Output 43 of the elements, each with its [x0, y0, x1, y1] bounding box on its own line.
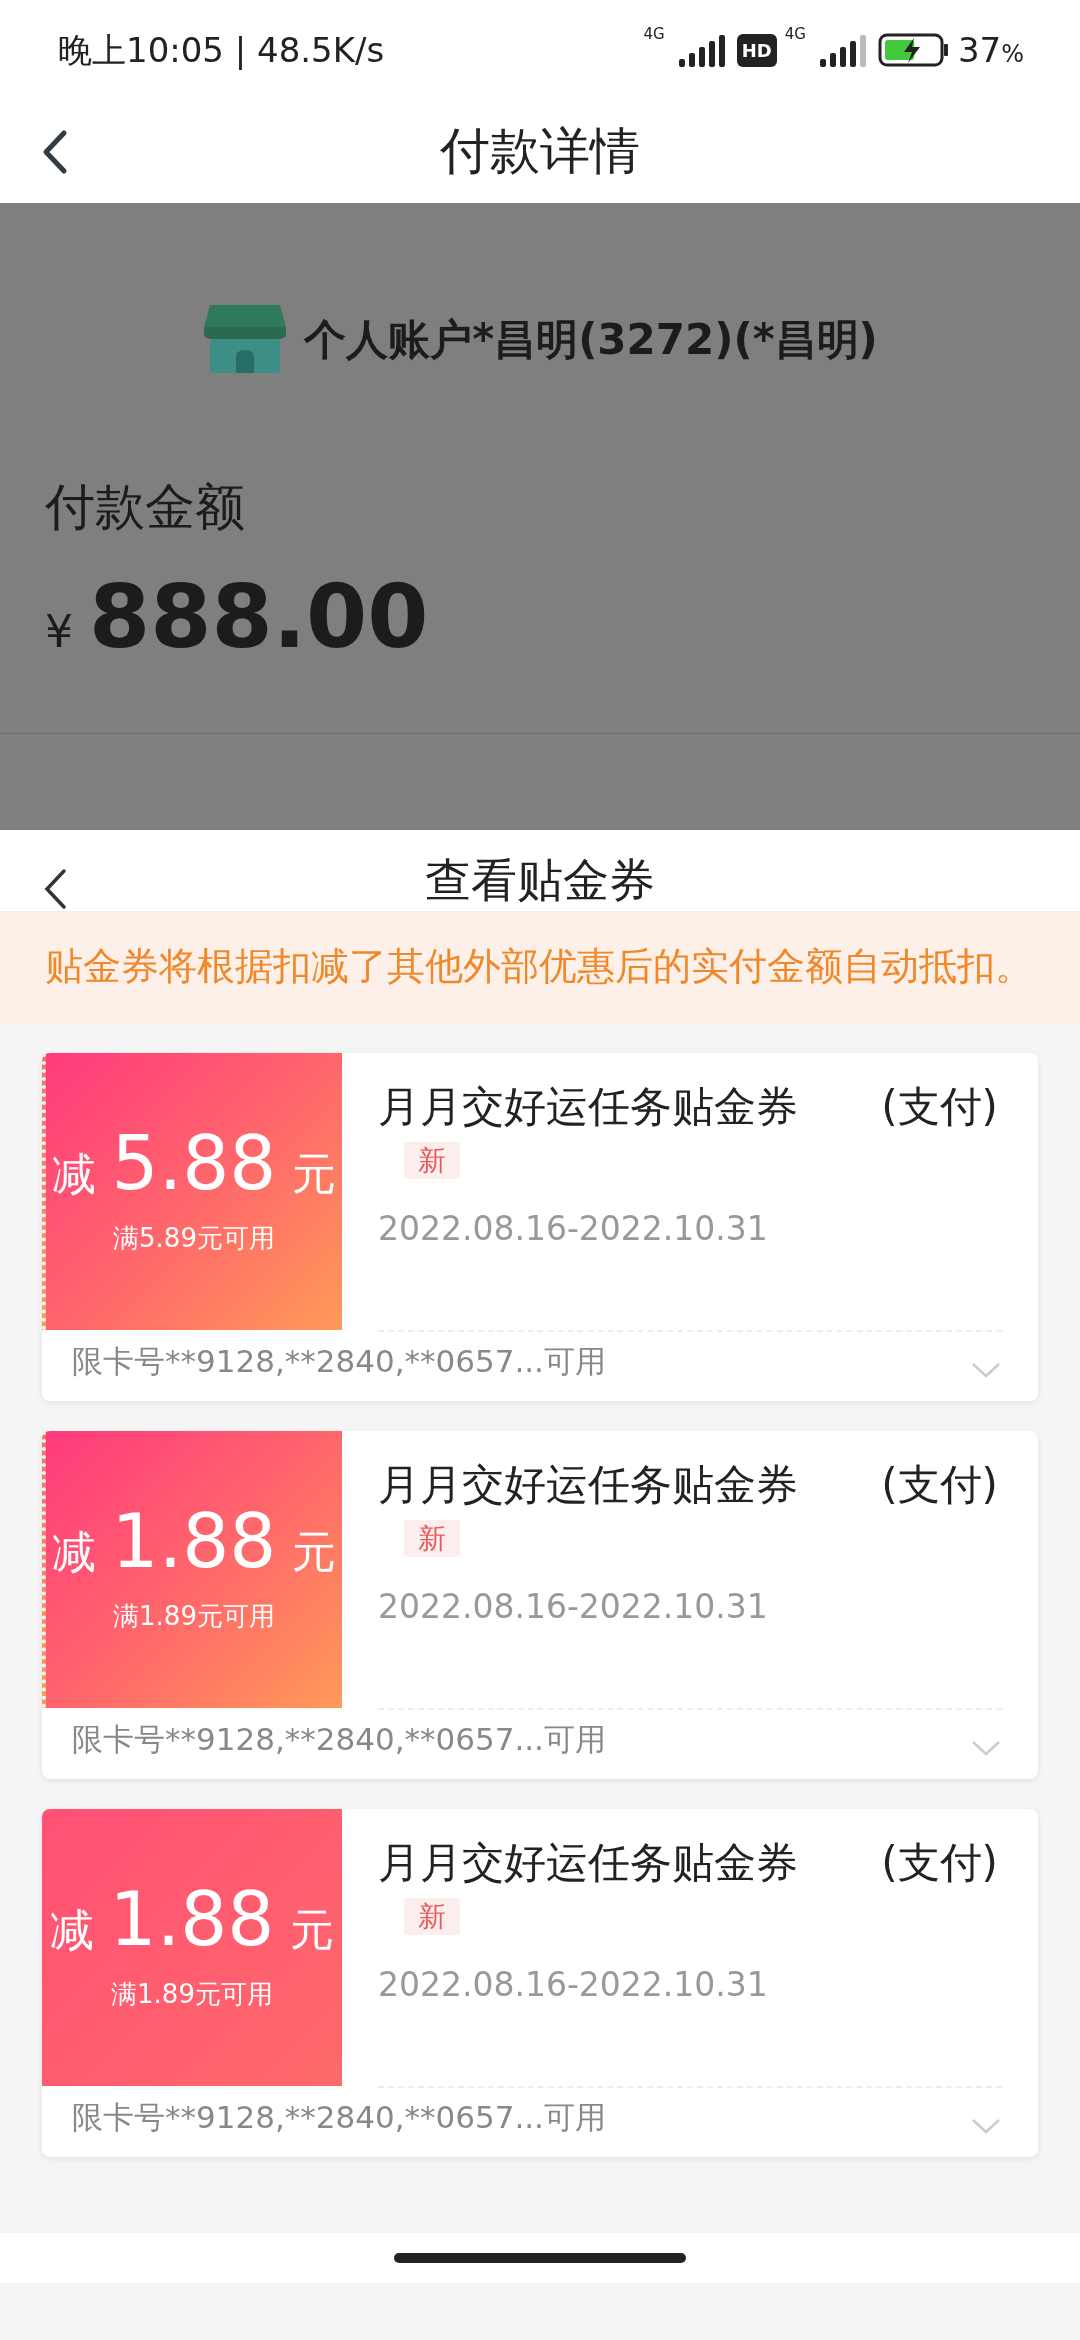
card-restriction: 限卡号**9128,**2840,**0657...可用	[72, 1342, 606, 1381]
card-restriction: 限卡号**9128,**2840,**0657...可用	[72, 2098, 606, 2137]
new-tag: 新	[404, 1898, 460, 1935]
status-time: 晚上10:05 | 48.5K/s	[58, 28, 385, 72]
currency-unit: 元	[292, 1524, 337, 1579]
network-label: 4G	[784, 23, 806, 45]
battery-icon	[877, 32, 950, 68]
percent-sign: %	[1001, 39, 1024, 68]
notice-text: 贴金券将根据扣减了其他外部优惠后的实付金额自动抵扣。	[0, 912, 1080, 1025]
sheet-title: 查看贴金券	[425, 857, 655, 909]
battery-level: 37	[957, 29, 1002, 70]
coupon-title: 月月交好运任务贴金券	[378, 1081, 798, 1133]
card-restriction: 限卡号**9128,**2840,**0657...可用	[72, 1720, 606, 1759]
coupon-title: 月月交好运任务贴金券	[378, 1459, 798, 1511]
discount-amount: 1.88	[111, 1503, 277, 1578]
store-icon	[202, 303, 289, 375]
validity-dates: 2022.08.16-2022.10.31	[378, 1586, 769, 1628]
discount-amount: 1.88	[109, 1881, 275, 1956]
network-label: 4G	[643, 23, 665, 45]
payment-amount: 888.00	[89, 573, 429, 661]
amount-label: 付款金额	[44, 477, 246, 538]
discount-prefix: 减	[49, 1902, 94, 1957]
currency-unit: 元	[290, 1902, 335, 1957]
usage-condition: 满1.89元可用	[113, 1599, 275, 1633]
coupon-type: (支付)	[881, 1837, 998, 1889]
validity-dates: 2022.08.16-2022.10.31	[378, 1964, 769, 2006]
payee-name: 个人账户*昌明(3272)(*昌明)	[304, 313, 878, 366]
discount-prefix: 减	[51, 1524, 96, 1579]
discount-prefix: 减	[51, 1146, 96, 1201]
coupon-type: (支付)	[881, 1459, 998, 1511]
currency-unit: 元	[292, 1146, 337, 1201]
usage-condition: 满1.89元可用	[111, 1977, 273, 2011]
page-title: 付款详情	[440, 121, 640, 182]
discount-amount: 5.88	[111, 1125, 277, 1200]
new-tag: 新	[404, 1142, 460, 1179]
coupon-type: (支付)	[881, 1081, 998, 1133]
coupon-title: 月月交好运任务贴金券	[378, 1837, 798, 1889]
validity-dates: 2022.08.16-2022.10.31	[378, 1208, 769, 1250]
back-button[interactable]	[42, 867, 68, 911]
hd-indicator: HD	[736, 33, 777, 67]
currency-symbol: ¥	[45, 605, 73, 659]
new-tag: 新	[404, 1520, 460, 1557]
usage-condition: 满5.89元可用	[113, 1221, 275, 1255]
